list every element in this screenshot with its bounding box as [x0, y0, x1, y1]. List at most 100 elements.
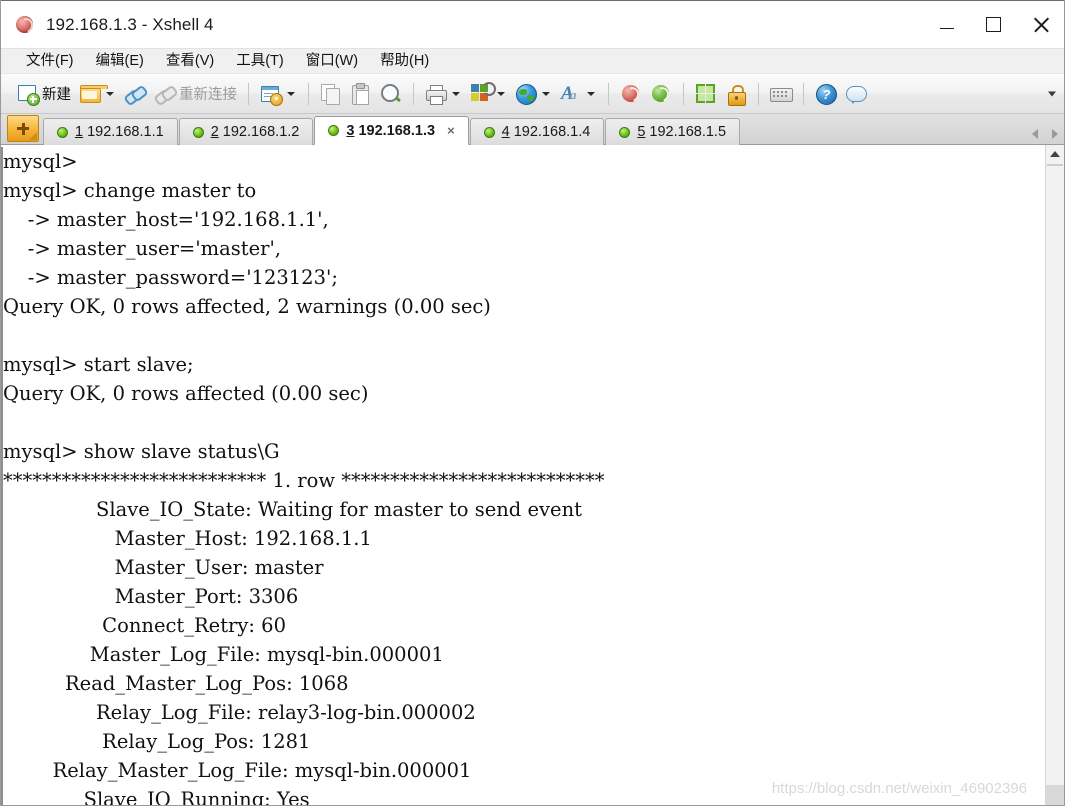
tab-number: 2 [210, 124, 219, 140]
terminal-line: Master_Host: 192.168.1.1 [3, 527, 372, 550]
globe-button[interactable] [512, 79, 555, 109]
chevron-down-icon[interactable] [106, 91, 114, 96]
menu-edit[interactable]: 编辑(E) [85, 49, 155, 74]
terminal-line: *************************** 1. row *****… [3, 469, 605, 492]
paste-icon [350, 82, 372, 105]
tab-192-168-1-3[interactable]: 3 192.168.1.3 × [314, 116, 469, 145]
toolbar-separator [248, 82, 249, 105]
tab-192-168-1-4[interactable]: 4 192.168.1.4 [469, 118, 605, 145]
xshell-button[interactable] [617, 79, 645, 109]
properties-button[interactable] [257, 79, 300, 109]
reconnect-button[interactable]: 重新连接 [151, 79, 240, 109]
toolbar: 新建 重新连接 A a ? [1, 73, 1064, 114]
xshell-icon [14, 14, 36, 36]
terminal-line: Connect_Retry: 60 [3, 614, 286, 637]
tab-192-168-1-5[interactable]: 5 192.168.1.5 [605, 118, 741, 145]
chevron-down-icon[interactable] [587, 91, 595, 96]
tab-192-168-1-2[interactable]: 2 192.168.1.2 [178, 118, 314, 145]
toolbar-separator [413, 82, 414, 105]
keyboard-icon [770, 83, 793, 105]
chevron-down-icon[interactable] [452, 91, 460, 96]
menu-help[interactable]: 帮助(H) [369, 49, 440, 74]
terminal-line: Read_Master_Log_Pos: 1068 [3, 672, 349, 695]
fullscreen-icon [695, 83, 717, 105]
reconnect-label: 重新连接 [179, 87, 237, 103]
menu-bar: 文件(F) 编辑(E) 查看(V) 工具(T) 窗口(W) 帮助(H) [1, 48, 1064, 73]
tab-scroll-left[interactable] [1032, 129, 1038, 139]
copy-button[interactable] [317, 79, 345, 109]
find-button[interactable] [377, 79, 405, 109]
tab-scroll-controls [1032, 129, 1058, 139]
menu-file[interactable]: 文件(F) [15, 49, 85, 74]
menu-view[interactable]: 查看(V) [155, 49, 225, 74]
terminal-line: Relay_Log_File: relay3-log-bin.000002 [3, 701, 476, 724]
toolbar-separator [803, 82, 804, 105]
xshell-icon [620, 83, 642, 105]
window-controls [923, 1, 1064, 48]
scrollbar-thumb[interactable] [1047, 164, 1063, 166]
tab-status-dot [57, 126, 68, 138]
new-session-label: 新建 [42, 87, 71, 103]
tab-status-dot [192, 126, 204, 138]
chat-button[interactable] [842, 79, 870, 109]
new-session-icon [17, 83, 40, 106]
terminal-line: mysql> start slave; [3, 353, 194, 376]
tab-number: 5 [637, 124, 646, 140]
font-button[interactable]: Aa [557, 79, 600, 109]
terminal-scrollbar[interactable] [1045, 145, 1064, 805]
toolbar-overflow-chevron[interactable] [1048, 91, 1056, 96]
layout-icon [470, 81, 496, 105]
terminal-line: Master_User: master [3, 556, 324, 579]
lock-icon [725, 83, 747, 106]
print-button[interactable] [422, 79, 465, 109]
font-icon: Aa [561, 82, 577, 104]
terminal-line: -> master_user='master', [3, 237, 281, 260]
tab-192-168-1-1[interactable]: 1 192.168.1.1 [43, 118, 178, 145]
scroll-up-button[interactable] [1046, 145, 1064, 163]
close-button[interactable] [1017, 1, 1064, 48]
tab-label: 192.168.1.5 [649, 124, 727, 140]
tab-status-dot [483, 126, 495, 138]
chevron-down-icon[interactable] [542, 91, 550, 96]
xftp-button[interactable] [647, 79, 675, 109]
terminal-line: -> master_host='192.168.1.1', [3, 208, 329, 231]
fullscreen-button[interactable] [692, 79, 720, 109]
chevron-down-icon[interactable] [287, 91, 295, 96]
tab-close-icon[interactable]: × [447, 124, 455, 137]
help-icon: ? [815, 83, 837, 105]
tab-label: 192.168.1.2 [222, 124, 300, 140]
maximize-button[interactable] [970, 1, 1017, 48]
layout-button[interactable] [467, 79, 510, 109]
copy-icon [320, 83, 342, 105]
terminal-area: mysql> mysql> change master to -> master_… [1, 145, 1064, 805]
new-session-button[interactable]: 新建 [14, 79, 74, 109]
connect-button[interactable] [121, 79, 149, 109]
tab-label: 192.168.1.1 [87, 124, 164, 140]
terminal-line: Slave_IO_State: Waiting for master to se… [3, 498, 582, 521]
chevron-down-icon[interactable] [497, 91, 505, 96]
tab-label: 192.168.1.3 [358, 122, 436, 139]
menu-tools[interactable]: 工具(T) [225, 49, 295, 74]
find-icon [380, 83, 402, 105]
terminal-line: Master_Log_File: mysql-bin.000001 [3, 643, 444, 666]
toolbar-separator [608, 82, 609, 105]
keyboard-button[interactable] [767, 79, 795, 109]
terminal-line: mysql> show slave status\G [3, 440, 280, 463]
tab-scroll-right[interactable] [1052, 129, 1058, 139]
terminal-screen[interactable]: mysql> mysql> change master to -> master_… [1, 145, 1045, 805]
chat-icon [845, 83, 867, 105]
xshell-window: 192.168.1.3 - Xshell 4 文件(F) 编辑(E) 查看(V)… [0, 0, 1065, 806]
open-session-button[interactable] [76, 79, 119, 109]
minimize-button[interactable] [923, 1, 970, 48]
menu-window[interactable]: 窗口(W) [295, 49, 369, 74]
scrollbar-corner [1046, 785, 1064, 805]
disconnect-icon [153, 83, 179, 106]
tab-label: 192.168.1.4 [513, 124, 591, 140]
terminal-line: Query OK, 0 rows affected (0.00 sec) [3, 382, 369, 405]
new-tab-button[interactable] [7, 115, 39, 142]
tab-bar: 1 192.168.1.1 2 192.168.1.2 3 192.168.1.… [1, 114, 1064, 145]
help-button[interactable]: ? [812, 79, 840, 109]
paste-button[interactable] [347, 79, 375, 109]
window-title: 192.168.1.3 - Xshell 4 [46, 14, 214, 34]
lock-button[interactable] [722, 79, 750, 109]
